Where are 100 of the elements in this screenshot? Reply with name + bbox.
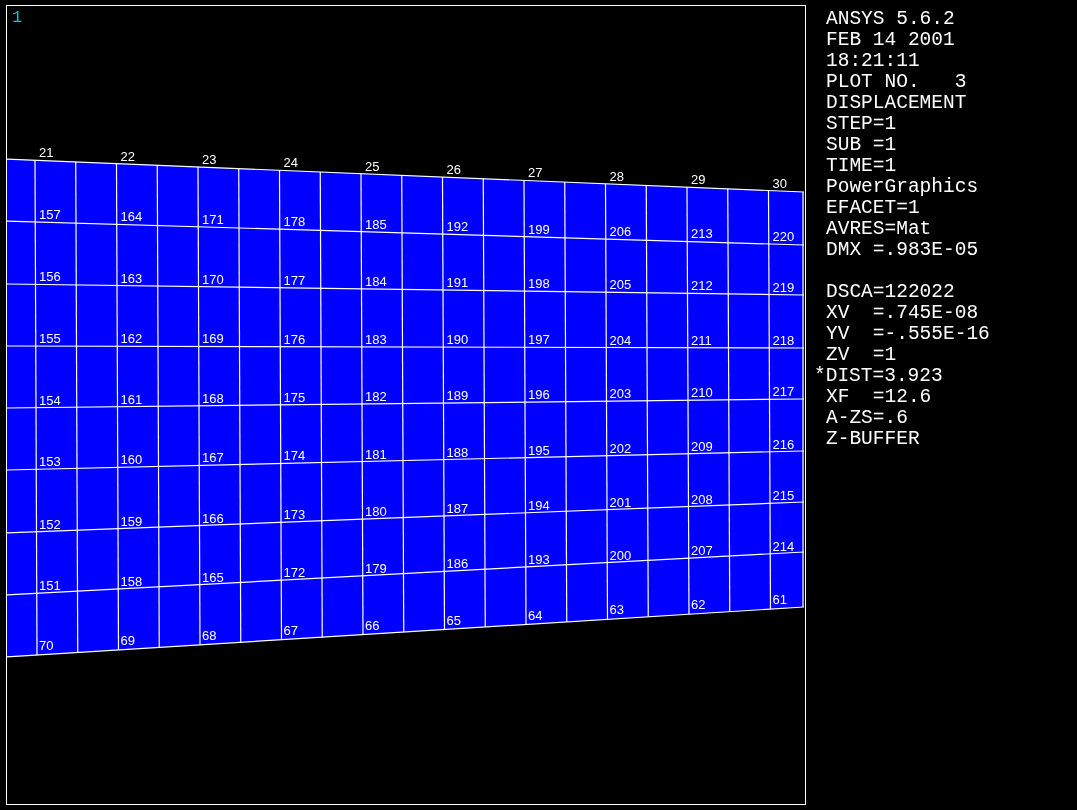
node-label: 21 bbox=[39, 145, 54, 161]
node-label: 169 bbox=[202, 331, 224, 347]
node-label: 24 bbox=[283, 155, 298, 171]
node-label: 179 bbox=[365, 560, 387, 576]
node-label: 194 bbox=[528, 497, 550, 513]
node-label: 163 bbox=[120, 270, 143, 286]
legend-line: AVRES=Mat bbox=[826, 219, 933, 240]
legend-line: PowerGraphics bbox=[826, 177, 980, 198]
node-label: 190 bbox=[446, 332, 469, 348]
node-label: 198 bbox=[528, 276, 550, 292]
node-label: 25 bbox=[365, 158, 380, 174]
node-label: 182 bbox=[365, 389, 387, 404]
node-label: 207 bbox=[691, 543, 713, 559]
legend-line: DSCA=122022 bbox=[826, 282, 956, 303]
node-label: 23 bbox=[202, 151, 217, 167]
node-label: 28 bbox=[609, 168, 624, 184]
node-label: 214 bbox=[772, 538, 795, 554]
node-label: 162 bbox=[120, 331, 143, 347]
node-label: 165 bbox=[202, 569, 224, 585]
legend-line: YV =-.555E-16 bbox=[826, 324, 990, 345]
node-label: 192 bbox=[446, 219, 469, 235]
legend-line: SUB =1 bbox=[826, 135, 898, 156]
node-label: 168 bbox=[202, 390, 224, 406]
node-label: 65 bbox=[446, 612, 461, 628]
legend-line: Z-BUFFER bbox=[826, 429, 921, 450]
node-label: 185 bbox=[365, 216, 387, 232]
node-label: 201 bbox=[609, 494, 632, 510]
node-label: 26 bbox=[446, 162, 461, 178]
node-label: 199 bbox=[528, 221, 550, 237]
node-label: 205 bbox=[609, 277, 632, 293]
node-label: 62 bbox=[691, 597, 706, 613]
node-label: 27 bbox=[528, 165, 543, 181]
node-label: 172 bbox=[283, 565, 306, 581]
node-label: 217 bbox=[772, 384, 795, 400]
node-label: 216 bbox=[772, 436, 795, 452]
node-label: 193 bbox=[528, 552, 550, 568]
node-label: 171 bbox=[202, 211, 224, 227]
node-label: 181 bbox=[365, 446, 387, 462]
node-label: 200 bbox=[609, 547, 632, 563]
node-label: 166 bbox=[202, 510, 224, 526]
legend-line: ANSYS 5.6.2 bbox=[826, 9, 956, 30]
node-label: 220 bbox=[772, 228, 795, 244]
node-label: 180 bbox=[365, 504, 387, 520]
node-label: 219 bbox=[772, 279, 795, 295]
node-label: 188 bbox=[446, 444, 469, 460]
legend-line: PLOT NO. 3 bbox=[826, 72, 968, 93]
node-label: 167 bbox=[202, 450, 224, 466]
node-label: 67 bbox=[283, 622, 298, 638]
node-label: 176 bbox=[283, 331, 306, 347]
legend-line: DISPLACEMENT bbox=[826, 93, 968, 114]
node-label: 159 bbox=[120, 513, 143, 529]
node-label: 210 bbox=[691, 385, 713, 401]
legend-line: *DIST=3.923 bbox=[814, 366, 944, 387]
node-label: 197 bbox=[528, 332, 550, 348]
node-label: 209 bbox=[691, 438, 713, 454]
legend-line: FEB 14 2001 bbox=[826, 30, 956, 51]
legend-line: STEP=1 bbox=[826, 114, 898, 135]
node-label: 155 bbox=[39, 331, 61, 347]
node-label: 183 bbox=[365, 331, 387, 347]
node-label: 204 bbox=[609, 332, 632, 348]
node-label: 189 bbox=[446, 388, 469, 404]
node-label: 64 bbox=[528, 607, 543, 623]
legend-line: DMX =.983E-05 bbox=[826, 240, 980, 261]
node-label: 215 bbox=[772, 488, 795, 504]
node-label: 29 bbox=[691, 172, 706, 188]
node-label: 30 bbox=[772, 175, 787, 191]
node-label: 186 bbox=[446, 556, 469, 572]
node-label: 22 bbox=[120, 148, 135, 164]
legend-line: TIME=1 bbox=[826, 156, 898, 177]
legend-line: XV =.745E-08 bbox=[826, 303, 980, 324]
node-label: 61 bbox=[772, 592, 787, 608]
node-label: 66 bbox=[365, 617, 380, 633]
node-label: 196 bbox=[528, 387, 550, 403]
legend-line: A-ZS=.6 bbox=[826, 408, 909, 429]
node-label: 174 bbox=[283, 448, 306, 464]
node-label: 184 bbox=[365, 273, 387, 289]
node-label: 208 bbox=[691, 491, 713, 507]
node-label: 156 bbox=[39, 269, 61, 285]
node-label: 154 bbox=[39, 392, 61, 408]
node-label: 160 bbox=[120, 452, 143, 468]
node-label: 164 bbox=[120, 209, 143, 225]
window-number: 1 bbox=[12, 8, 23, 27]
node-label: 68 bbox=[202, 627, 217, 643]
node-label: 158 bbox=[120, 574, 143, 590]
node-label: 177 bbox=[283, 272, 306, 288]
legend-line: XF =12.6 bbox=[826, 387, 933, 408]
node-label: 173 bbox=[283, 507, 306, 523]
node-label: 69 bbox=[120, 633, 135, 649]
node-label: 178 bbox=[283, 214, 306, 230]
node-label: 211 bbox=[691, 332, 712, 348]
node-label: 70 bbox=[39, 638, 54, 654]
node-label: 63 bbox=[609, 602, 624, 618]
node-label: 213 bbox=[691, 226, 713, 242]
legend-line: 18:21:11 bbox=[826, 51, 921, 72]
node-label: 175 bbox=[283, 389, 306, 405]
node-label: 202 bbox=[609, 440, 632, 456]
node-label: 212 bbox=[691, 278, 713, 294]
node-label: 195 bbox=[528, 442, 550, 458]
node-label: 151 bbox=[39, 578, 61, 594]
node-label: 187 bbox=[446, 501, 469, 517]
